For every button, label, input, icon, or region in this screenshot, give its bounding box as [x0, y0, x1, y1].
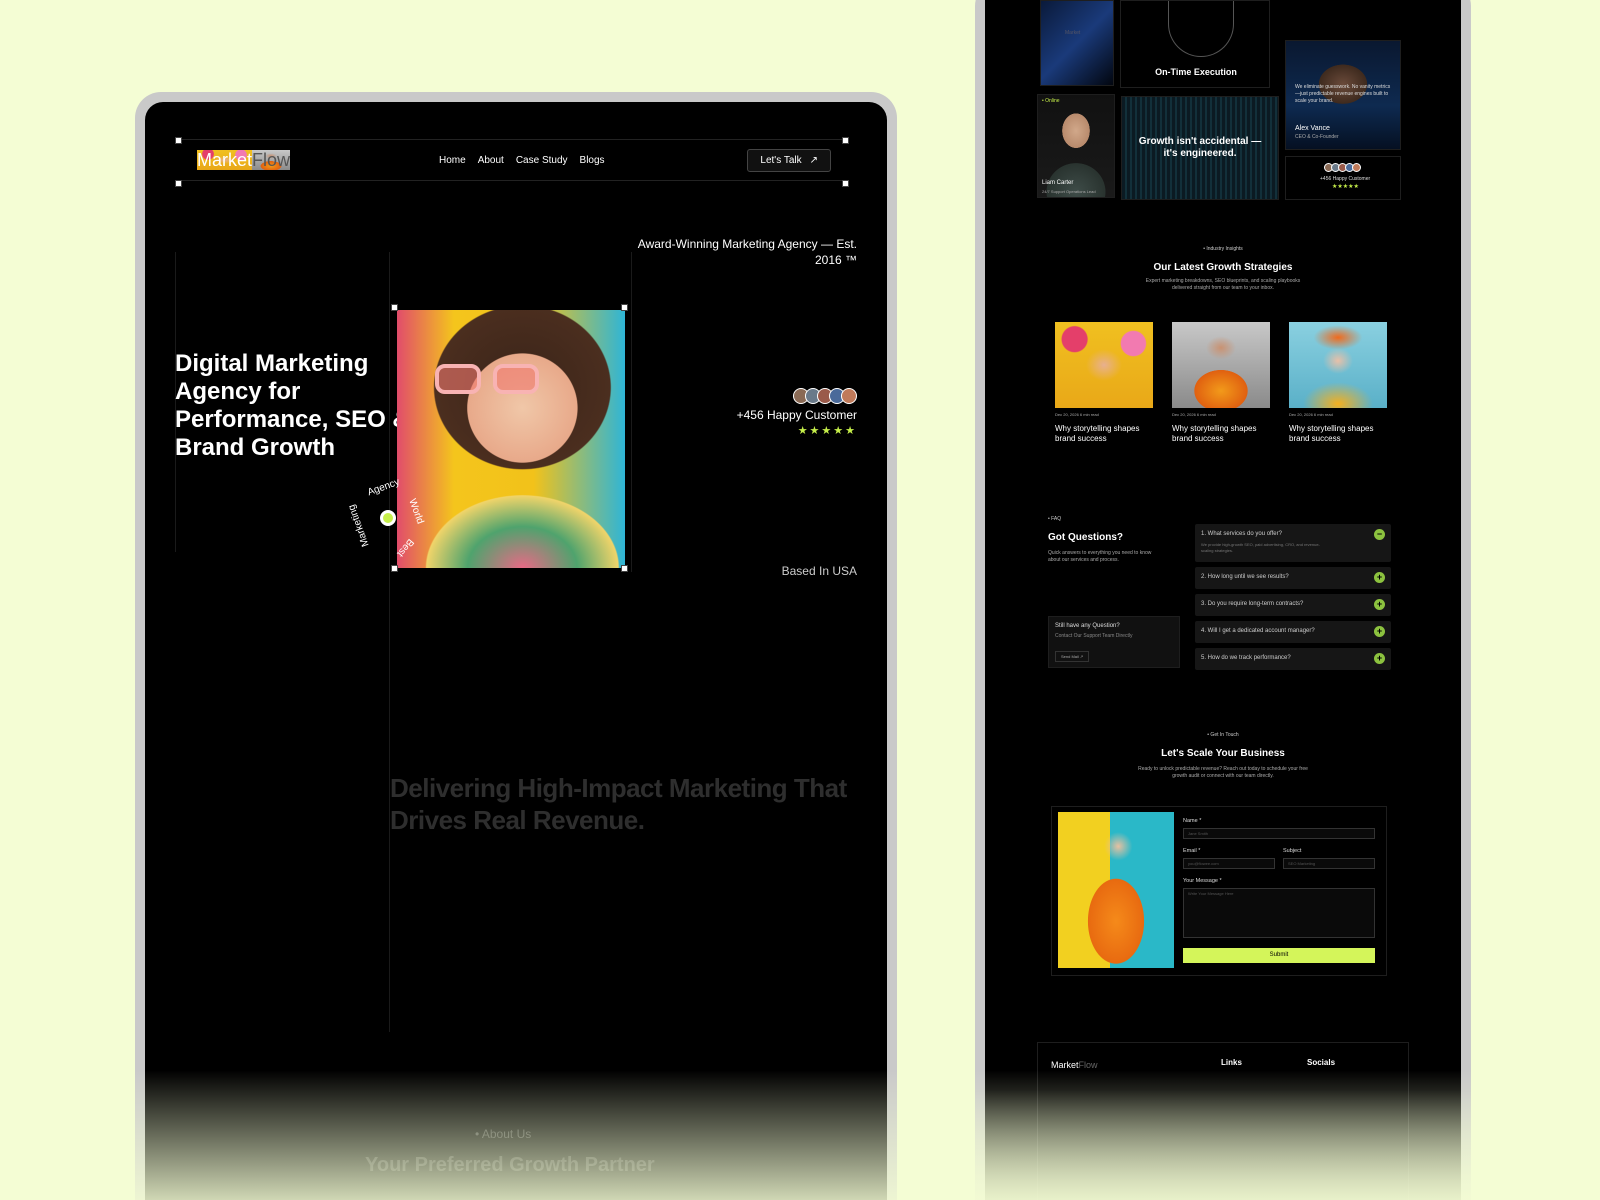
- minus-icon[interactable]: −: [1374, 529, 1385, 540]
- subject-input[interactable]: SEO Marketing: [1283, 858, 1375, 869]
- happy-customers-text: +456 Happy Customer: [736, 408, 857, 422]
- selection-handle: [175, 180, 182, 187]
- name-input[interactable]: Jane Smith: [1183, 828, 1375, 839]
- right-device-frame: Market On-Time Execution We eliminate gu…: [975, 0, 1471, 1200]
- lets-talk-button[interactable]: Let's Talk ↗: [747, 148, 831, 172]
- footer-brand[interactable]: MarketFlow: [1051, 1060, 1098, 1070]
- selection-handle: [175, 137, 182, 144]
- plus-icon[interactable]: +: [1374, 653, 1385, 664]
- brand-logo[interactable]: MarketFlow: [197, 149, 291, 171]
- top-navbar: MarketFlow Home About Case Study Blogs L…: [181, 139, 845, 181]
- happy-customers-card: +456 Happy Customer ★★★★★: [1285, 156, 1401, 200]
- subject-label: Subject: [1283, 848, 1302, 854]
- growth-quote: Growth isn't accidental —it's engineered…: [1138, 136, 1262, 159]
- right-screen: Market On-Time Execution We eliminate gu…: [985, 0, 1461, 1200]
- nav-blogs[interactable]: Blogs: [580, 155, 605, 166]
- contact-title: Let's Scale Your Business: [1161, 748, 1285, 759]
- clock-icon: [1168, 1, 1234, 57]
- market-label: Market: [1065, 30, 1081, 36]
- nav-home[interactable]: Home: [439, 155, 466, 166]
- insights-chip: • Industry Insights: [1203, 246, 1243, 252]
- blog-meta: Dec 20, 2026 6 min read: [1289, 412, 1333, 417]
- support-contact: Contact Our Support Team Directly: [1055, 633, 1133, 639]
- selection-handle: [391, 304, 398, 311]
- faq-item[interactable]: 5. How do we track performance? +: [1195, 648, 1391, 670]
- clock-card: On-Time Execution: [1120, 0, 1270, 88]
- message-textarea[interactable]: Write Your Message Here: [1183, 888, 1375, 938]
- contact-subtitle: Ready to unlock predictable revenue? Rea…: [1138, 766, 1308, 779]
- customer-avatars: [1324, 163, 1361, 172]
- footer-links-heading: Links: [1221, 1058, 1242, 1067]
- support-card: Still have any Question? Contact Our Sup…: [1048, 616, 1180, 668]
- faq-answer: We provide high-growth SEO, paid adverti…: [1201, 542, 1320, 553]
- faq-item[interactable]: 2. How long until we see results? +: [1195, 567, 1391, 589]
- blog-thumbnail[interactable]: [1289, 322, 1387, 408]
- online-status-badge: • Online: [1042, 98, 1060, 104]
- blog-title[interactable]: Why storytelling shapes brand success: [1172, 424, 1268, 444]
- left-device-frame: MarketFlow Home About Case Study Blogs L…: [135, 92, 897, 1200]
- location-text: Based In USA: [781, 564, 857, 578]
- contact-photo: [1058, 812, 1174, 968]
- grid-line: [631, 252, 632, 572]
- blog-thumbnail[interactable]: [1172, 322, 1270, 408]
- blog-thumbnail[interactable]: [1055, 322, 1153, 408]
- on-time-title: On-Time Execution: [1155, 67, 1237, 77]
- selection-handle: [391, 565, 398, 572]
- selection-handle: [621, 565, 628, 572]
- tagline: Delivering High-Impact Marketing That Dr…: [390, 773, 847, 835]
- selection-handle: [842, 137, 849, 144]
- send-mail-button[interactable]: Send Mail ↗: [1055, 651, 1090, 662]
- star-rating: ★★★★★: [1332, 184, 1359, 190]
- arrow-up-right-icon: ↗: [809, 154, 818, 166]
- blog-meta: Dec 20, 2026 6 min read: [1172, 412, 1216, 417]
- team-member-role: 24/7 Support Operations Lead: [1042, 189, 1096, 194]
- blog-meta: Dec 20, 2026 6 min read: [1055, 412, 1099, 417]
- hero-photo: [397, 310, 625, 568]
- selection-handle: [842, 180, 849, 187]
- blog-title[interactable]: Why storytelling shapes brand success: [1055, 424, 1151, 444]
- testimonial-name: Alex Vance: [1295, 125, 1330, 132]
- hero-title: Digital Marketing Agency for Performance…: [175, 350, 410, 461]
- insights-title: Our Latest Growth Strategies: [1153, 262, 1293, 273]
- contact-chip: • Get In Touch: [1207, 732, 1239, 738]
- star-rating: ★★★★★: [797, 425, 857, 437]
- selection-handle: [621, 304, 628, 311]
- faq-item-expanded[interactable]: 1. What services do you offer? We provid…: [1195, 524, 1391, 562]
- plus-icon[interactable]: +: [1374, 599, 1385, 610]
- plus-icon[interactable]: +: [1374, 626, 1385, 637]
- team-member-name: Liam Carter: [1042, 180, 1074, 186]
- customer-avatars: [793, 388, 857, 404]
- nav-about[interactable]: About: [478, 155, 504, 166]
- sunglasses-graphic: [435, 364, 545, 394]
- nav-case-study[interactable]: Case Study: [516, 155, 568, 166]
- happy-customers-text: +456 Happy Customer: [1320, 176, 1371, 182]
- faq-subtitle: Quick answers to everything you need to …: [1048, 550, 1152, 563]
- submit-button[interactable]: Submit: [1183, 948, 1375, 963]
- section-heading: Your Preferred Growth Partner: [365, 1154, 655, 1176]
- faq-item[interactable]: 3. Do you require long-term contracts? +: [1195, 594, 1391, 616]
- name-label: Name *: [1183, 818, 1202, 824]
- plus-icon[interactable]: +: [1374, 572, 1385, 583]
- faq-chip: • FAQ: [1048, 516, 1062, 522]
- insights-subtitle: Expert marketing breakdowns, SEO bluepri…: [1145, 278, 1301, 291]
- faq-title: Got Questions?: [1048, 532, 1123, 543]
- support-question: Still have any Question?: [1055, 623, 1120, 629]
- award-text: Award-Winning Marketing Agency — Est. 20…: [637, 237, 857, 267]
- email-input[interactable]: you@flowee.com: [1183, 858, 1275, 869]
- footer-socials-heading: Socials: [1307, 1058, 1336, 1067]
- testimonial-text: We eliminate guesswork. No vanity metric…: [1295, 84, 1391, 104]
- nav-links: Home About Case Study Blogs: [439, 155, 605, 166]
- testimonial-role: CEO & Co-Founder: [1295, 134, 1339, 140]
- faq-item[interactable]: 4. Will I get a dedicated account manage…: [1195, 621, 1391, 643]
- message-label: Your Message *: [1183, 878, 1222, 884]
- about-chip: • About Us: [475, 1127, 532, 1141]
- left-screen: MarketFlow Home About Case Study Blogs L…: [145, 102, 887, 1200]
- avatar: [841, 388, 857, 404]
- email-label: Email *: [1183, 848, 1201, 854]
- blog-title[interactable]: Why storytelling shapes brand success: [1289, 424, 1385, 444]
- badge-center-dot: [380, 510, 396, 526]
- abstract-image: [1040, 0, 1114, 86]
